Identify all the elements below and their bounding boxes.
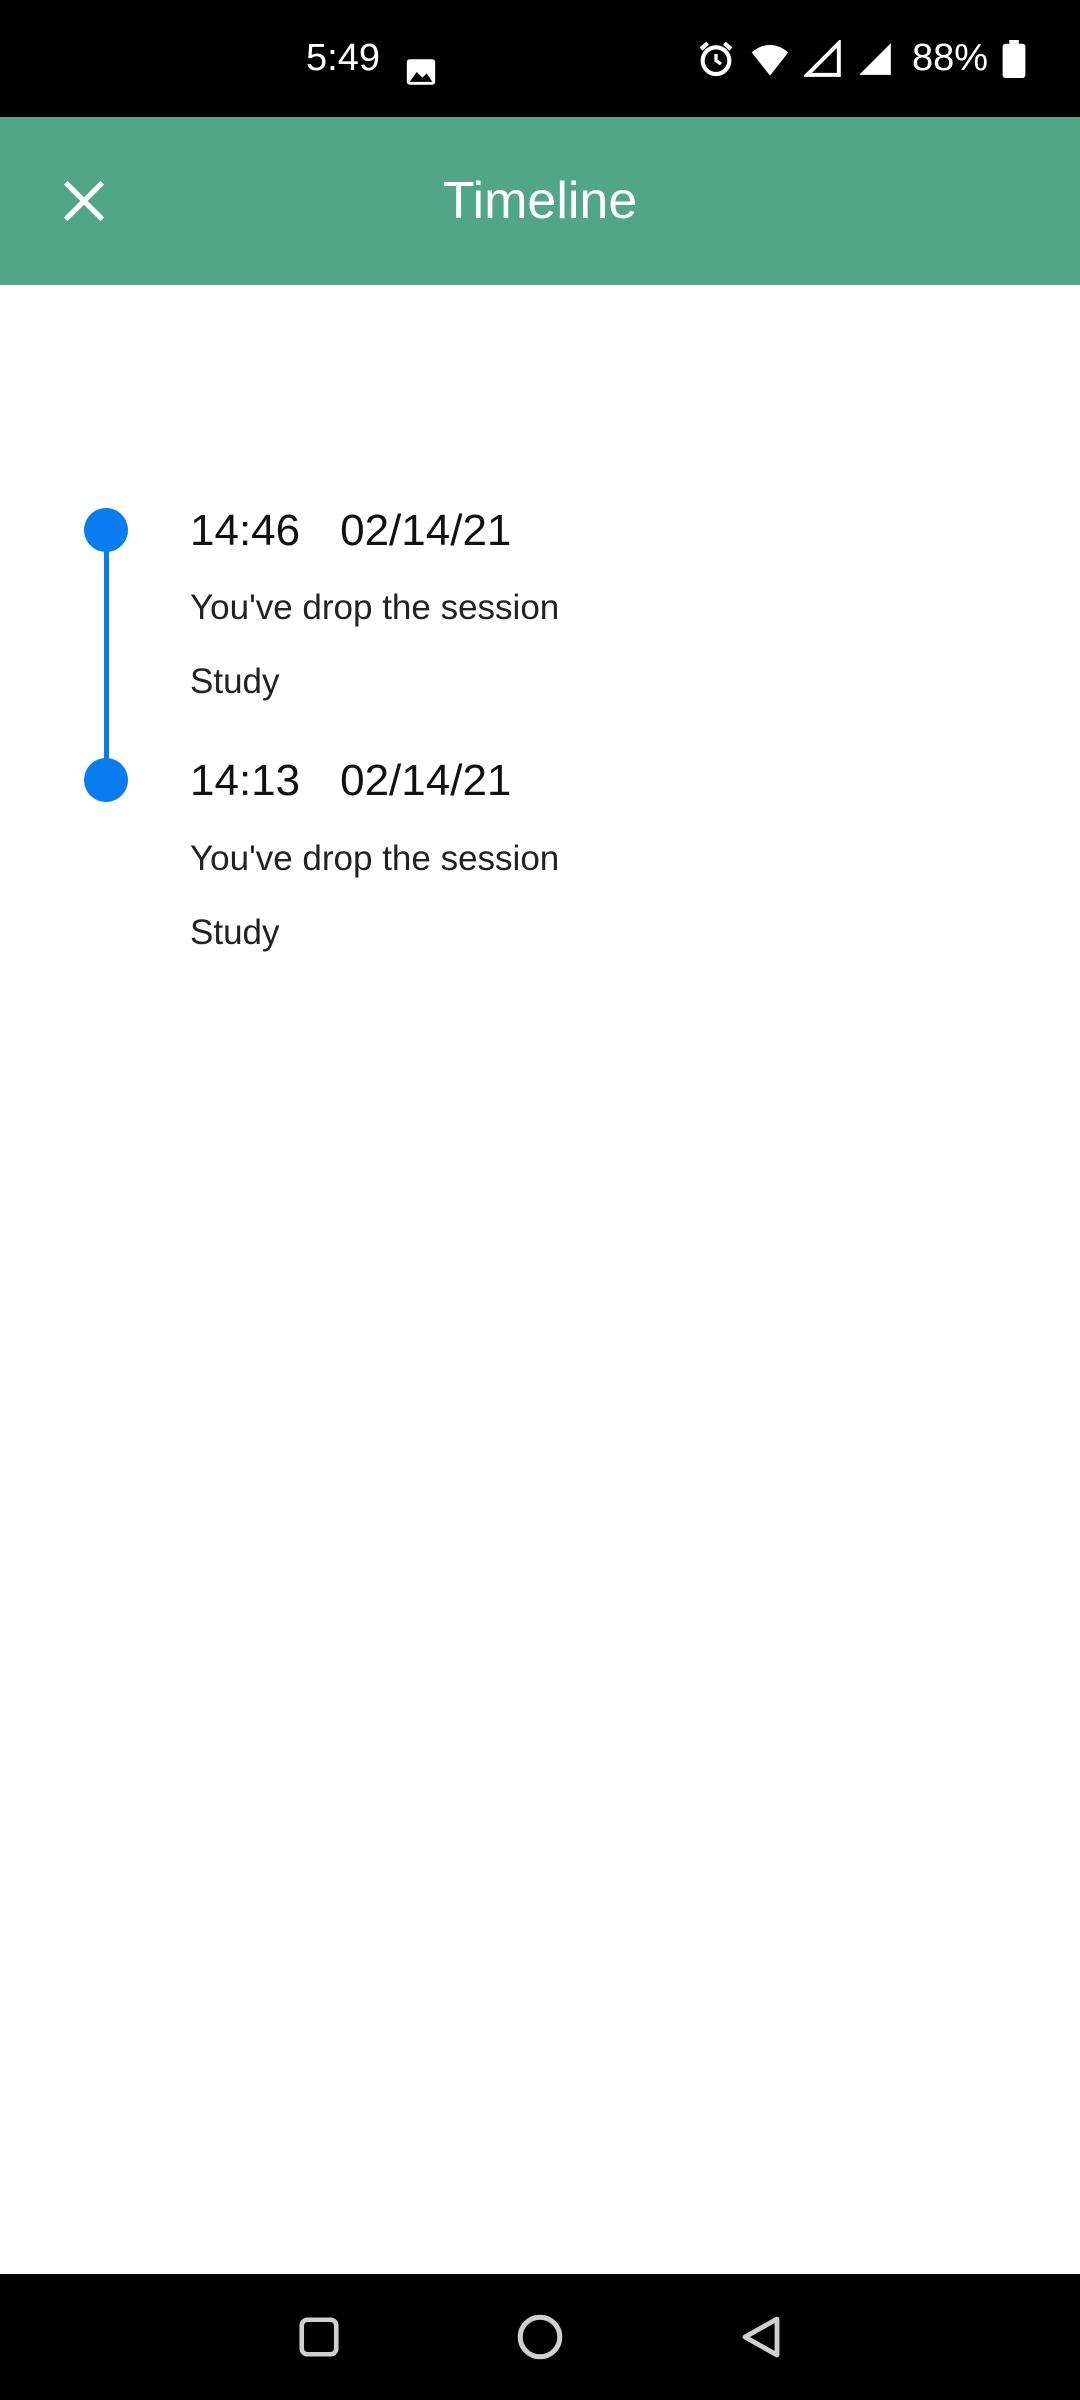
- entry-time: 14:13: [190, 756, 301, 805]
- entry-header: 14:13 02/14/21: [190, 756, 511, 806]
- recents-icon: [299, 2317, 339, 2357]
- back-button[interactable]: [729, 2305, 793, 2369]
- status-bar: 5:49 88%: [0, 0, 1080, 117]
- close-button[interactable]: [44, 157, 124, 245]
- close-icon: [63, 180, 105, 222]
- wifi-icon: [750, 39, 790, 79]
- timeline-dot: [84, 758, 128, 802]
- battery-icon: [1002, 39, 1026, 78]
- timeline-dot: [84, 508, 128, 552]
- signal-icon: [856, 40, 894, 78]
- entry-header: 14:46 02/14/21: [190, 506, 511, 556]
- nav-bar: [0, 2274, 1080, 2400]
- timeline-connector: [104, 530, 109, 781]
- image-icon: [404, 55, 438, 89]
- back-icon: [742, 2316, 780, 2358]
- entry-tag: Study: [190, 913, 280, 952]
- app-bar: Timeline: [0, 117, 1080, 285]
- entry-date: 02/14/21: [340, 756, 512, 805]
- entry-date: 02/14/21: [340, 506, 512, 555]
- home-icon: [517, 2314, 563, 2360]
- entry-message: You've drop the session: [190, 588, 560, 627]
- battery-percent: 88%: [911, 37, 988, 79]
- recents-button[interactable]: [287, 2305, 351, 2369]
- home-button[interactable]: [508, 2305, 572, 2369]
- entry-message: You've drop the session: [190, 839, 560, 878]
- entry-time: 14:46: [190, 506, 301, 555]
- entry-tag: Study: [190, 662, 280, 701]
- status-icons: 88%: [696, 0, 1026, 117]
- page-title: Timeline: [442, 172, 638, 230]
- signal-icon: [803, 39, 842, 78]
- status-time: 5:49: [306, 37, 380, 79]
- alarm-icon: [696, 39, 736, 79]
